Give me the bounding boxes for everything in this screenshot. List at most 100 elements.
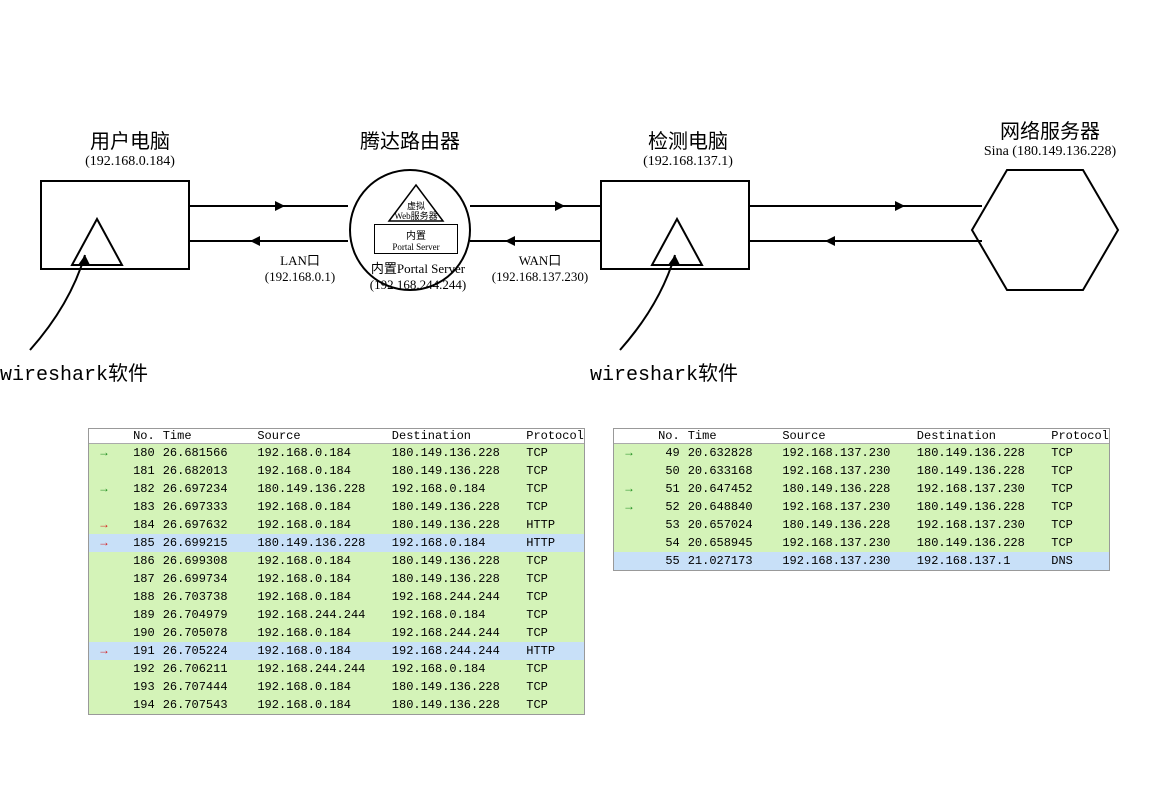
- cell-no: 180: [119, 446, 159, 460]
- cell-destination: 180.149.136.228: [388, 572, 522, 586]
- cell-protocol: TCP: [522, 626, 584, 640]
- cell-protocol: HTTP: [522, 518, 584, 532]
- wireshark-label-right: wireshark软件: [590, 357, 738, 387]
- arrow-green-icon: →: [625, 446, 632, 460]
- table-row[interactable]: →5220.648840192.168.137.230180.149.136.2…: [614, 498, 1109, 516]
- cell-protocol: HTTP: [522, 644, 584, 658]
- cell-time: 26.699308: [159, 554, 254, 568]
- table-row[interactable]: 19026.705078192.168.0.184192.168.244.244…: [89, 624, 584, 642]
- wan-label: WAN口 (192.168.137.230): [480, 250, 600, 285]
- cell-time: 26.697234: [159, 482, 254, 496]
- cell-source: 192.168.0.184: [253, 518, 387, 532]
- network-diagram: 用户电脑 (192.168.0.184) 腾达路由器 虚拟 Web服务器 内置 …: [0, 125, 1173, 405]
- cell-protocol: TCP: [522, 482, 584, 496]
- cell-time: 20.648840: [684, 500, 779, 514]
- cell-no: 193: [119, 680, 159, 694]
- cell-destination: 192.168.0.184: [388, 482, 522, 496]
- cell-source: 192.168.0.184: [253, 698, 387, 712]
- table-row[interactable]: 19226.706211192.168.244.244192.168.0.184…: [89, 660, 584, 678]
- cell-no: 49: [644, 446, 684, 460]
- cell-source: 180.149.136.228: [778, 482, 912, 496]
- cell-source: 192.168.0.184: [253, 572, 387, 586]
- cell-time: 20.658945: [684, 536, 779, 550]
- cell-source: 192.168.0.184: [253, 464, 387, 478]
- table-row[interactable]: →4920.632828192.168.137.230180.149.136.2…: [614, 444, 1109, 462]
- wireshark-label-left: wireshark软件: [0, 357, 148, 387]
- cell-time: 26.706211: [159, 662, 254, 676]
- cell-protocol: TCP: [1047, 518, 1109, 532]
- cell-no: 52: [644, 500, 684, 514]
- table-row[interactable]: 18626.699308192.168.0.184180.149.136.228…: [89, 552, 584, 570]
- detect-pc-label: 检测电脑 (192.168.137.1): [613, 125, 763, 170]
- cell-no: 194: [119, 698, 159, 712]
- cell-protocol: TCP: [522, 698, 584, 712]
- table-row[interactable]: 5020.633168192.168.137.230180.149.136.22…: [614, 462, 1109, 480]
- link-line: [190, 240, 348, 242]
- cell-protocol: TCP: [1047, 482, 1109, 496]
- cell-source: 180.149.136.228: [253, 482, 387, 496]
- pointer-icon: [10, 255, 130, 365]
- arrow-head-icon: [275, 201, 285, 211]
- table-header: No. Time Source Destination Protocol: [89, 429, 584, 444]
- pointer-icon: [600, 255, 720, 365]
- cell-time: 26.707543: [159, 698, 254, 712]
- cell-protocol: TCP: [522, 500, 584, 514]
- cell-no: 185: [119, 536, 159, 550]
- cell-no: 186: [119, 554, 159, 568]
- cell-no: 183: [119, 500, 159, 514]
- table-row[interactable]: 5320.657024180.149.136.228192.168.137.23…: [614, 516, 1109, 534]
- cell-no: 181: [119, 464, 159, 478]
- user-pc-label: 用户电脑 (192.168.0.184): [55, 125, 205, 170]
- table-header: No. Time Source Destination Protocol: [614, 429, 1109, 444]
- cell-protocol: TCP: [522, 446, 584, 460]
- cell-source: 192.168.137.230: [778, 554, 912, 568]
- arrow-head-icon: [895, 201, 905, 211]
- cell-time: 26.697333: [159, 500, 254, 514]
- cell-source: 192.168.0.184: [253, 626, 387, 640]
- cell-protocol: DNS: [1047, 554, 1109, 568]
- table-row[interactable]: 18326.697333192.168.0.184180.149.136.228…: [89, 498, 584, 516]
- table-row[interactable]: 5420.658945192.168.137.230180.149.136.22…: [614, 534, 1109, 552]
- cell-protocol: TCP: [522, 464, 584, 478]
- cell-time: 20.657024: [684, 518, 779, 532]
- table-row[interactable]: →19126.705224192.168.0.184192.168.244.24…: [89, 642, 584, 660]
- cell-source: 192.168.0.184: [253, 680, 387, 694]
- cell-source: 192.168.244.244: [253, 662, 387, 676]
- cell-protocol: TCP: [1047, 500, 1109, 514]
- link-line: [750, 205, 982, 207]
- cell-destination: 180.149.136.228: [388, 554, 522, 568]
- cell-protocol: TCP: [522, 608, 584, 622]
- table-row[interactable]: 18726.699734192.168.0.184180.149.136.228…: [89, 570, 584, 588]
- cell-destination: 192.168.0.184: [388, 608, 522, 622]
- lan-label: LAN口 (192.168.0.1): [255, 250, 345, 285]
- cell-source: 192.168.0.184: [253, 554, 387, 568]
- cell-destination: 192.168.137.1: [913, 554, 1047, 568]
- cell-destination: 192.168.244.244: [388, 590, 522, 604]
- cell-source: 192.168.0.184: [253, 500, 387, 514]
- table-row[interactable]: 19426.707543192.168.0.184180.149.136.228…: [89, 696, 584, 714]
- table-row[interactable]: →5120.647452180.149.136.228192.168.137.2…: [614, 480, 1109, 498]
- cell-time: 26.697632: [159, 518, 254, 532]
- cell-time: 21.027173: [684, 554, 779, 568]
- table-row[interactable]: →18226.697234180.149.136.228192.168.0.18…: [89, 480, 584, 498]
- table-row[interactable]: 19326.707444192.168.0.184180.149.136.228…: [89, 678, 584, 696]
- arrow-red-icon: →: [100, 644, 107, 658]
- cell-destination: 192.168.0.184: [388, 536, 522, 550]
- cell-protocol: TCP: [1047, 446, 1109, 460]
- cell-no: 191: [119, 644, 159, 658]
- table-row[interactable]: 5521.027173192.168.137.230192.168.137.1D…: [614, 552, 1109, 570]
- cell-time: 26.707444: [159, 680, 254, 694]
- table-row[interactable]: →18526.699215180.149.136.228192.168.0.18…: [89, 534, 584, 552]
- table-row[interactable]: 18826.703738192.168.0.184192.168.244.244…: [89, 588, 584, 606]
- cell-no: 192: [119, 662, 159, 676]
- table-row[interactable]: 18126.682013192.168.0.184180.149.136.228…: [89, 462, 584, 480]
- arrow-green-icon: →: [625, 500, 632, 514]
- cell-protocol: TCP: [522, 590, 584, 604]
- cell-destination: 180.149.136.228: [913, 446, 1047, 460]
- table-row[interactable]: →18426.697632192.168.0.184180.149.136.22…: [89, 516, 584, 534]
- packet-table-right: No. Time Source Destination Protocol → 49…: [613, 428, 1110, 571]
- cell-source: 192.168.137.230: [778, 464, 912, 478]
- cell-time: 26.705078: [159, 626, 254, 640]
- table-row[interactable]: →18026.681566192.168.0.184180.149.136.22…: [89, 444, 584, 462]
- table-row[interactable]: 18926.704979192.168.244.244192.168.0.184…: [89, 606, 584, 624]
